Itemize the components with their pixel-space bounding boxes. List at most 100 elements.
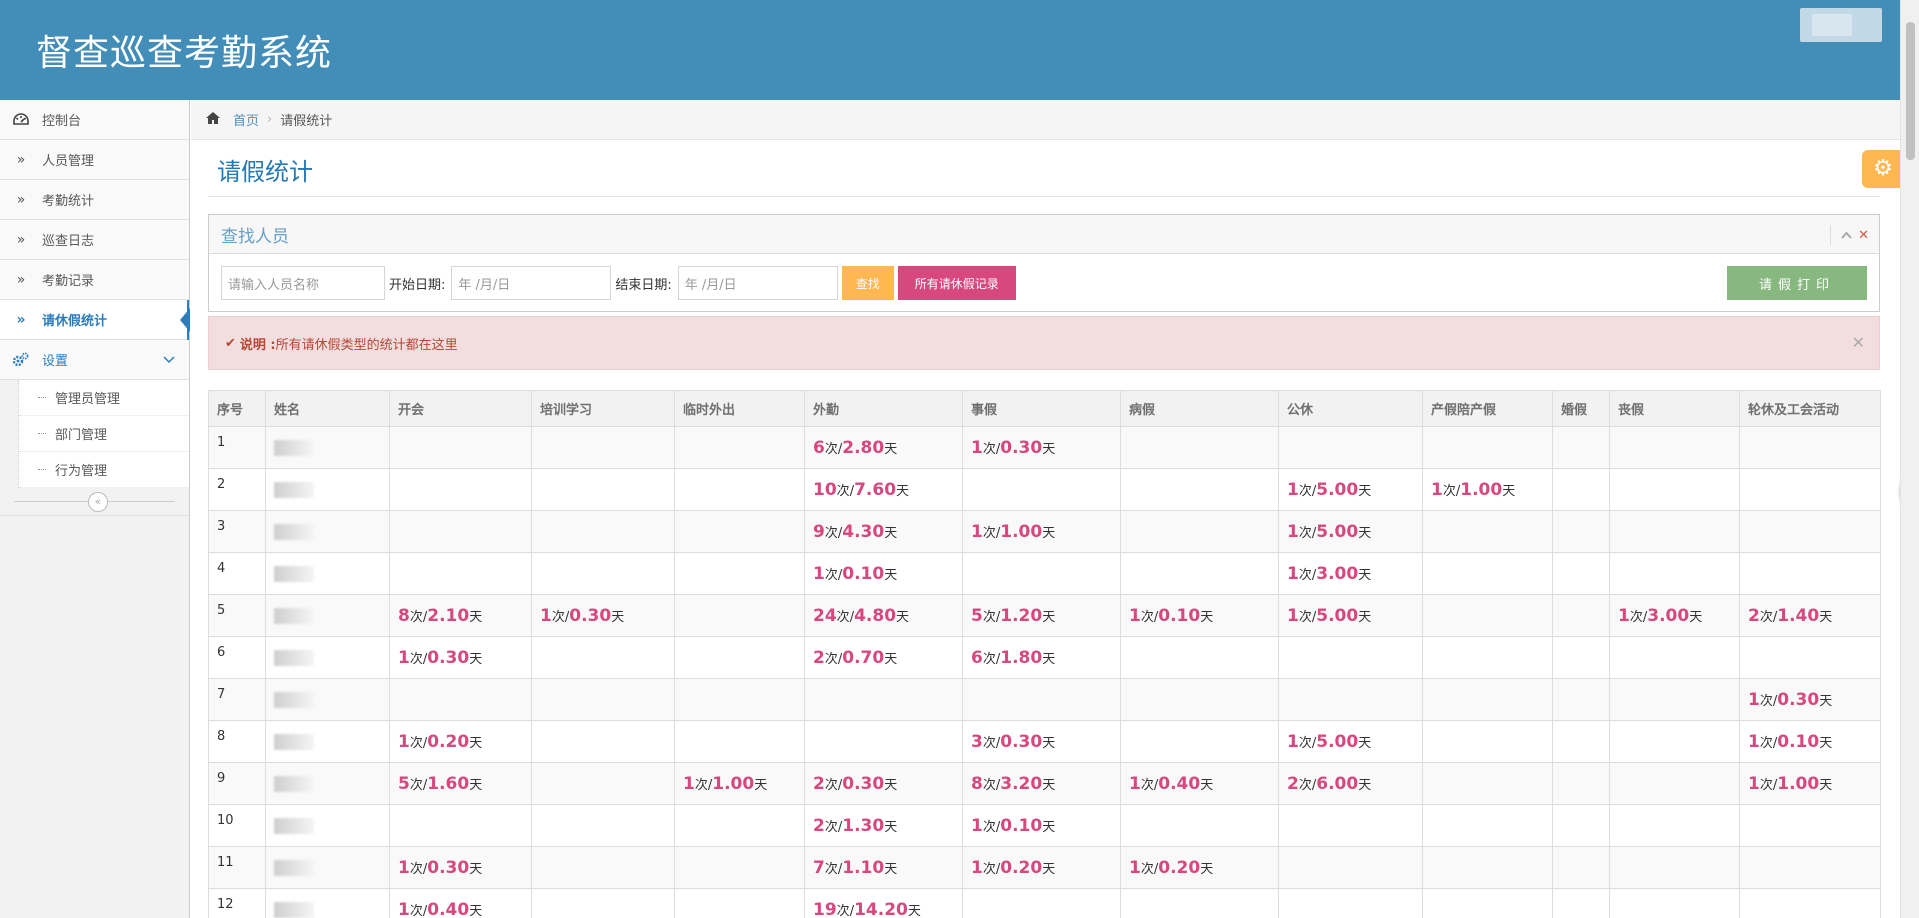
- leave-count: 1: [1129, 773, 1141, 794]
- leave-count: 1: [971, 521, 983, 542]
- unit-times: 次: [1298, 525, 1312, 541]
- unit-times: 次: [1140, 861, 1154, 877]
- unit-days: 天: [1042, 861, 1056, 877]
- leave-days: 3.20: [1000, 773, 1043, 794]
- column-header: 公休: [1278, 390, 1423, 427]
- leave-days: 0.70: [842, 647, 885, 668]
- unit-times: 次: [824, 651, 838, 667]
- alert-close-icon[interactable]: ✕: [1852, 333, 1865, 352]
- start-date-input[interactable]: 年 /月/日: [451, 266, 612, 300]
- leave-cell: 1次/5.00天: [1278, 594, 1423, 637]
- person-name-cell: [265, 468, 390, 511]
- row-index: 7: [208, 678, 266, 721]
- leave-cell: [389, 510, 532, 553]
- unit-days: 天: [1502, 483, 1516, 499]
- leave-count: 3: [971, 731, 983, 752]
- unit-days: 天: [896, 483, 910, 499]
- redacted-name: [274, 481, 314, 498]
- unit-days: 天: [1358, 525, 1372, 541]
- leave-cell: [804, 678, 963, 721]
- leave-cell: 1次/1.00天: [674, 762, 805, 805]
- unit-times: 次: [824, 525, 838, 541]
- sidebar-item-leave-stats[interactable]: » 请休假统计: [0, 300, 190, 340]
- sidebar-item-attendance-records[interactable]: » 考勤记录: [0, 260, 189, 300]
- sidebar-item-staff[interactable]: » 人员管理: [0, 140, 189, 180]
- leave-cell: [1422, 804, 1553, 847]
- sidebar-item-attendance-stats[interactable]: » 考勤统计: [0, 180, 189, 220]
- name-input[interactable]: 请输入人员名称: [221, 266, 385, 300]
- table-row: 9 5次/1.60天 1次/1.00天 2次/0.30天 8次/3.20天 1次/0.40…: [208, 762, 1881, 805]
- leave-count: 1: [1431, 479, 1443, 500]
- unit-times: 次: [824, 567, 838, 583]
- page-scrollbar[interactable]: [1900, 0, 1919, 918]
- table-body: 1 6次/2.80天 1次/0.30天 2 10次/7.60天 1次/5.00天 1次/1.…: [208, 426, 1881, 918]
- unit-times: 次: [982, 651, 996, 667]
- breadcrumb-home-link[interactable]: 首页: [233, 110, 259, 129]
- leave-count: 6: [971, 647, 983, 668]
- leave-cell: [1278, 426, 1423, 469]
- unit-days: 天: [896, 609, 910, 625]
- sidebar-item-patrol-log[interactable]: » 巡查日志: [0, 220, 189, 260]
- row-index: 8: [208, 720, 266, 763]
- leave-count: 2: [1287, 773, 1299, 794]
- unit-times: 次: [836, 903, 850, 918]
- user-avatar[interactable]: [1800, 8, 1882, 42]
- leave-days: 0.10: [1777, 731, 1820, 752]
- leave-cell: [1552, 636, 1610, 679]
- leave-print-button[interactable]: 请假打印: [1727, 266, 1867, 300]
- leave-days: 4.80: [854, 605, 897, 626]
- leave-days: 1.40: [1777, 605, 1820, 626]
- end-date-input[interactable]: 年 /月/日: [677, 266, 838, 300]
- unit-days: 天: [1042, 735, 1056, 751]
- leave-count: 1: [1129, 857, 1141, 878]
- submenu-item-behavior[interactable]: 行为管理: [19, 452, 189, 488]
- all-leave-records-button[interactable]: 所有请休假记录: [897, 266, 1016, 300]
- submenu-item-admin[interactable]: 管理员管理: [19, 380, 189, 416]
- unit-days: 天: [884, 651, 898, 667]
- double-chevron-left-icon[interactable]: «: [88, 492, 108, 512]
- unit-days: 天: [469, 903, 483, 918]
- close-icon[interactable]: ✕: [1858, 228, 1869, 243]
- leave-cell: [1120, 720, 1279, 763]
- top-navbar: 督查巡查考勤系统: [0, 0, 1900, 100]
- table-row: 1 6次/2.80天 1次/0.30天: [208, 426, 1881, 469]
- find-button[interactable]: 查找: [841, 266, 894, 300]
- app-title[interactable]: 督查巡查考勤系统: [36, 24, 332, 76]
- leave-cell: 1次/0.30天: [389, 636, 532, 679]
- unit-days: 天: [884, 525, 898, 541]
- leave-cell: [674, 804, 805, 847]
- unit-times: 次: [409, 735, 423, 751]
- unit-times: 次: [1759, 609, 1773, 625]
- leave-cell: [1422, 846, 1553, 889]
- leave-cell: 1次/3.00天: [1278, 552, 1423, 595]
- unit-days: 天: [469, 861, 483, 877]
- leave-days: 1.00: [1777, 773, 1820, 794]
- settings-gear-button[interactable]: ⚙: [1862, 150, 1904, 188]
- row-index: 10: [208, 804, 266, 847]
- sidebar-item-dashboard[interactable]: 控制台: [0, 100, 189, 140]
- leave-cell: [1609, 678, 1740, 721]
- unit-times: 次: [1298, 735, 1312, 751]
- scrollbar-thumb[interactable]: [1906, 22, 1915, 160]
- leave-cell: [1739, 426, 1881, 469]
- leave-count: 5: [398, 773, 410, 794]
- settings-submenu: 管理员管理 部门管理 行为管理: [18, 380, 189, 488]
- leave-cell: [1609, 804, 1740, 847]
- unit-times: 次: [982, 609, 996, 625]
- leave-count: 1: [1618, 605, 1630, 626]
- person-name-cell: [265, 678, 390, 721]
- column-header: 病假: [1120, 390, 1279, 427]
- leave-count: 2: [813, 773, 825, 794]
- unit-days: 天: [1819, 777, 1833, 793]
- leave-cell: 1次/0.40天: [1120, 762, 1279, 805]
- leave-cell: 1次/3.00天: [1609, 594, 1740, 637]
- leave-cell: [1120, 636, 1279, 679]
- leave-count: 1: [971, 437, 983, 458]
- row-index: 12: [208, 888, 266, 918]
- submenu-item-department[interactable]: 部门管理: [19, 416, 189, 452]
- leave-cell: [804, 720, 963, 763]
- leave-cell: [531, 468, 675, 511]
- collapse-icon[interactable]: [1841, 228, 1852, 243]
- redacted-name: [274, 565, 314, 582]
- sidebar-item-settings[interactable]: 设置: [0, 340, 189, 380]
